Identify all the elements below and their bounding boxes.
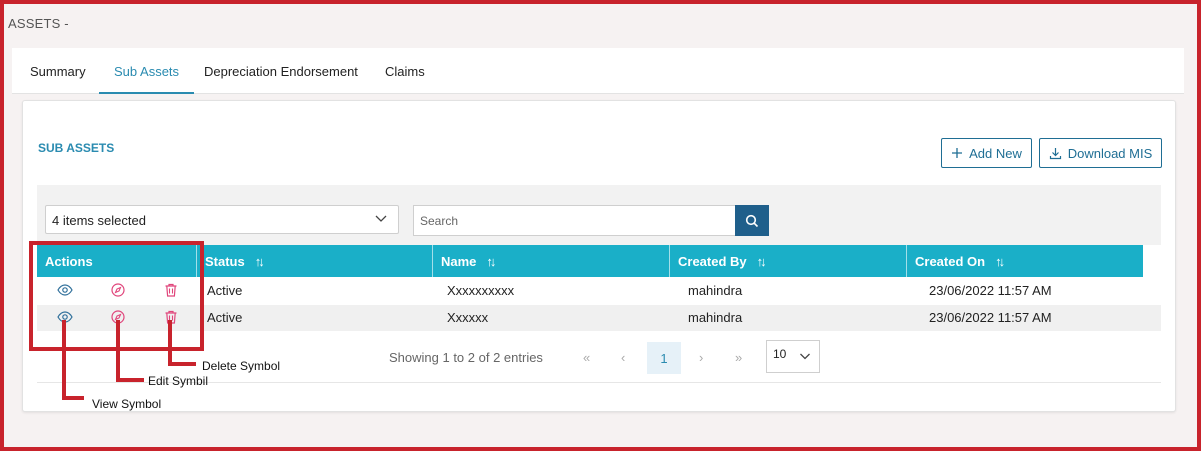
header-created-on[interactable]: Created On ↑↓ (907, 245, 1143, 277)
page-title: ASSETS - (8, 16, 69, 31)
cell-created-by: mahindra (688, 283, 743, 298)
annotation-line (116, 378, 144, 382)
pagination-info: Showing 1 to 2 of 2 entries (389, 350, 543, 365)
sort-icon[interactable]: ↑↓ (486, 254, 496, 269)
header-status[interactable]: Status ↑↓ (197, 245, 433, 277)
cell-created-on: 23/06/2022 11:57 AM (929, 283, 1052, 298)
tab-depreciation-endorsement[interactable]: Depreciation Endorsement (204, 64, 358, 94)
first-page-button[interactable]: « (583, 350, 590, 365)
annotation-line (116, 320, 120, 382)
last-page-button[interactable]: » (735, 350, 742, 365)
add-new-label: Add New (969, 145, 1022, 161)
cell-name: Xxxxxx (447, 310, 489, 325)
search-input[interactable] (413, 205, 735, 236)
view-symbol-label: View Symbol (92, 397, 162, 411)
cell-status: Active (207, 283, 243, 298)
prev-page-button[interactable]: ‹ (621, 350, 625, 365)
page-size-value: 10 (773, 347, 787, 361)
delete-symbol-label: Delete Symbol (202, 359, 281, 373)
sort-icon[interactable]: ↑↓ (995, 254, 1005, 269)
chevron-down-icon (800, 353, 810, 360)
status-multiselect[interactable]: 4 items selected (45, 205, 399, 234)
annotation-line (62, 396, 84, 400)
cell-status: Active (207, 310, 243, 325)
download-mis-button[interactable]: Download MIS (1039, 138, 1162, 168)
filter-bar: 4 items selected (37, 185, 1161, 245)
sort-icon[interactable]: ↑↓ (255, 254, 265, 269)
add-new-button[interactable]: Add New (941, 138, 1032, 168)
tab-claims[interactable]: Claims (385, 64, 425, 94)
annotation-line (168, 362, 196, 366)
cell-created-by: mahindra (688, 310, 743, 325)
annotation-line (168, 320, 172, 366)
cell-created-on: 23/06/2022 11:57 AM (929, 310, 1052, 325)
multiselect-value: 4 items selected (52, 213, 146, 228)
header-name[interactable]: Name ↑↓ (433, 245, 670, 277)
download-mis-label: Download MIS (1067, 145, 1153, 161)
tab-sub-assets[interactable]: Sub Assets (99, 64, 195, 94)
table-row: Active Xxxxxx mahindra 23/06/2022 11:57 … (37, 305, 1161, 331)
annotation-line (62, 320, 66, 400)
page-size-select[interactable]: 10 (766, 340, 820, 373)
sort-icon[interactable]: ↑↓ (757, 254, 767, 269)
tabs-bar: Summary Sub Assets Depreciation Endorsem… (12, 48, 1184, 94)
next-page-button[interactable]: › (699, 350, 703, 365)
search-icon (745, 214, 759, 227)
search-button[interactable] (735, 205, 769, 236)
page-number-button[interactable]: 1 (647, 342, 681, 374)
edit-symbol-label: Edit Symbil (148, 374, 209, 388)
header-created-by[interactable]: Created By ↑↓ (670, 245, 907, 277)
section-title: SUB ASSETS (38, 141, 115, 155)
plus-icon (952, 148, 963, 158)
download-icon (1049, 147, 1061, 159)
tab-summary[interactable]: Summary (30, 64, 86, 94)
cell-name: Xxxxxxxxxx (447, 283, 515, 298)
chevron-down-icon (375, 215, 387, 222)
table-row: Active Xxxxxxxxxx mahindra 23/06/2022 11… (37, 278, 1161, 304)
